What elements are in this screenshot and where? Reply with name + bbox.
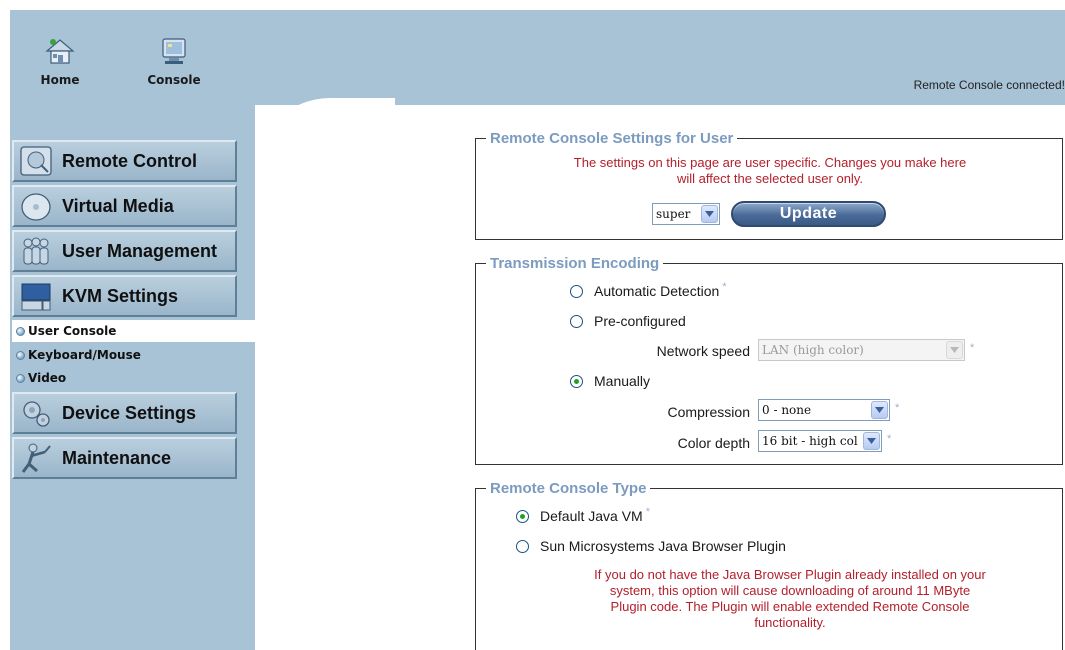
- bullet-icon: [16, 373, 25, 383]
- radio-label: Pre-configured: [594, 313, 686, 329]
- radio-label: Sun Microsystems Java Browser Plugin: [540, 538, 786, 554]
- sidebar-item-label: Virtual Media: [62, 195, 174, 216]
- note-line: will affect the selected user only.: [677, 171, 863, 186]
- kvm-settings-icon: [16, 278, 56, 314]
- transmission-encoding-legend: Transmission Encoding: [490, 255, 660, 272]
- color-depth-value: 16 bit - high col: [762, 434, 858, 448]
- radio-pre-configured[interactable]: Pre-configured: [570, 313, 686, 329]
- sidebar-item-label: Remote Control: [62, 150, 197, 171]
- note-line: system, this option will cause downloadi…: [609, 583, 971, 598]
- radio-button[interactable]: [516, 539, 529, 553]
- sidebar-subitem-label: Keyboard/Mouse: [28, 348, 141, 362]
- update-button[interactable]: Update: [731, 201, 886, 227]
- sidebar-subitem-keyboard-mouse[interactable]: Keyboard/Mouse: [12, 344, 255, 366]
- sidebar-item-user-management[interactable]: User Management: [12, 230, 237, 272]
- required-star: *: [895, 402, 900, 414]
- network-speed-select[interactable]: LAN (high color): [758, 339, 965, 361]
- radio-label: Default Java VM: [540, 508, 643, 524]
- console-label: Console: [147, 73, 201, 87]
- note-line: Plugin code. The Plugin will enable exte…: [610, 599, 970, 614]
- required-star: *: [970, 342, 975, 354]
- sidebar-subitem-user-console[interactable]: User Console: [12, 320, 255, 342]
- radio-button[interactable]: [516, 509, 529, 523]
- home-icon: [45, 39, 75, 64]
- compression-value: 0 - none: [762, 403, 812, 417]
- required-star: *: [645, 506, 650, 518]
- chevron-down-icon: [946, 341, 963, 359]
- maintenance-icon: [16, 440, 56, 476]
- radio-manually[interactable]: Manually: [570, 373, 650, 389]
- network-speed-label: Network speed: [656, 343, 750, 359]
- bullet-icon: [16, 326, 25, 336]
- chevron-down-icon: [863, 432, 880, 450]
- note-line: The settings on this page are user speci…: [573, 155, 967, 170]
- radio-label: Manually: [594, 373, 651, 389]
- radio-label: Automatic Detection: [594, 283, 720, 299]
- color-depth-select[interactable]: 16 bit - high col: [758, 430, 882, 452]
- sidebar-item-label: KVM Settings: [62, 285, 179, 306]
- sidebar-item-label: User Management: [62, 240, 218, 261]
- console-nav[interactable]: Console: [139, 36, 209, 87]
- user-management-icon: [16, 233, 56, 269]
- sidebar-item-label: Maintenance: [62, 447, 172, 468]
- console-type-legend: Remote Console Type: [490, 480, 647, 497]
- chevron-down-icon: [871, 401, 888, 419]
- sidebar-item-maintenance[interactable]: Maintenance: [12, 437, 237, 479]
- sidebar-subitem-label: User Console: [28, 324, 117, 338]
- network-speed-value: LAN (high color): [762, 343, 864, 357]
- console-icon: [162, 38, 186, 64]
- user-settings-legend: Remote Console Settings for User: [490, 130, 734, 147]
- device-settings-icon: [16, 395, 56, 431]
- required-star: *: [887, 433, 892, 445]
- virtual-media-icon: [16, 188, 56, 224]
- radio-java-browser-plugin[interactable]: Sun Microsystems Java Browser Plugin: [516, 538, 786, 554]
- sidebar-item-device-settings[interactable]: Device Settings: [12, 392, 237, 434]
- sidebar-item-virtual-media[interactable]: Virtual Media: [12, 185, 237, 227]
- home-nav[interactable]: Home: [25, 36, 95, 87]
- radio-automatic-detection[interactable]: Automatic Detection *: [570, 281, 727, 299]
- radio-button[interactable]: [570, 284, 583, 298]
- sidebar-subitem-video[interactable]: Video: [12, 367, 255, 389]
- user-settings-note: The settings on this page are user speci…: [490, 155, 1050, 187]
- radio-button[interactable]: [570, 374, 583, 388]
- chevron-down-icon: [701, 205, 718, 223]
- page: Home Console Remote Console connected! R…: [0, 0, 1065, 650]
- sidebar-subitem-label: Video: [28, 371, 67, 385]
- plugin-note: If you do not have the Java Browser Plug…: [530, 567, 1050, 631]
- compression-select[interactable]: 0 - none: [758, 399, 890, 421]
- color-depth-label: Color depth: [677, 435, 750, 451]
- required-star: *: [722, 281, 727, 293]
- radio-button[interactable]: [570, 314, 583, 328]
- content-corner: [255, 98, 395, 238]
- connection-status: Remote Console connected!: [913, 78, 1065, 92]
- user-select[interactable]: super: [652, 203, 720, 225]
- sidebar-item-remote-control[interactable]: Remote Control: [12, 140, 237, 182]
- user-select-value: super: [656, 207, 691, 221]
- note-line: functionality.: [754, 615, 826, 630]
- radio-default-java-vm[interactable]: Default Java VM *: [516, 506, 650, 524]
- bullet-icon: [16, 350, 25, 360]
- remote-control-icon: [16, 143, 56, 179]
- home-label: Home: [40, 73, 80, 87]
- note-line: If you do not have the Java Browser Plug…: [594, 567, 986, 582]
- sidebar-item-kvm-settings[interactable]: KVM Settings: [12, 275, 237, 317]
- compression-label: Compression: [667, 404, 750, 420]
- sidebar-item-label: Device Settings: [62, 402, 197, 423]
